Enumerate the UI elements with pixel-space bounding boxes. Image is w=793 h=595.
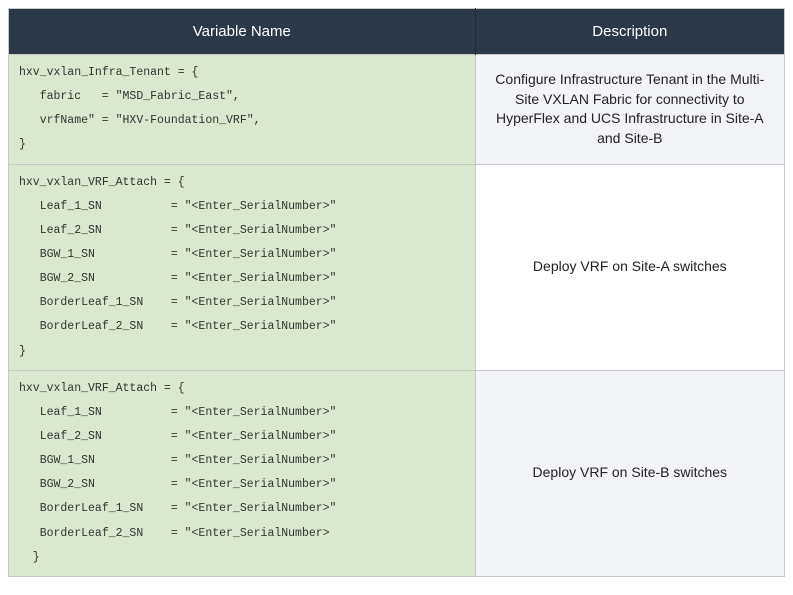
description-cell: Deploy VRF on Site-A switches [475, 164, 784, 370]
code-block: hxv_vxlan_VRF_Attach = { Leaf_1_SN = "<E… [9, 164, 476, 370]
table-row: hxv_vxlan_VRF_Attach = { Leaf_1_SN = "<E… [9, 164, 785, 370]
description-cell: Configure Infrastructure Tenant in the M… [475, 55, 784, 165]
code-block: hxv_vxlan_VRF_Attach = { Leaf_1_SN = "<E… [9, 370, 476, 576]
variable-table: Variable Name Description hxv_vxlan_Infr… [8, 8, 785, 577]
table-row: hxv_vxlan_Infra_Tenant = { fabric = "MSD… [9, 55, 785, 165]
description-cell: Deploy VRF on Site-B switches [475, 370, 784, 576]
code-block: hxv_vxlan_Infra_Tenant = { fabric = "MSD… [9, 55, 476, 165]
header-variable-name: Variable Name [9, 9, 476, 55]
table-row: hxv_vxlan_VRF_Attach = { Leaf_1_SN = "<E… [9, 370, 785, 576]
header-description: Description [475, 9, 784, 55]
